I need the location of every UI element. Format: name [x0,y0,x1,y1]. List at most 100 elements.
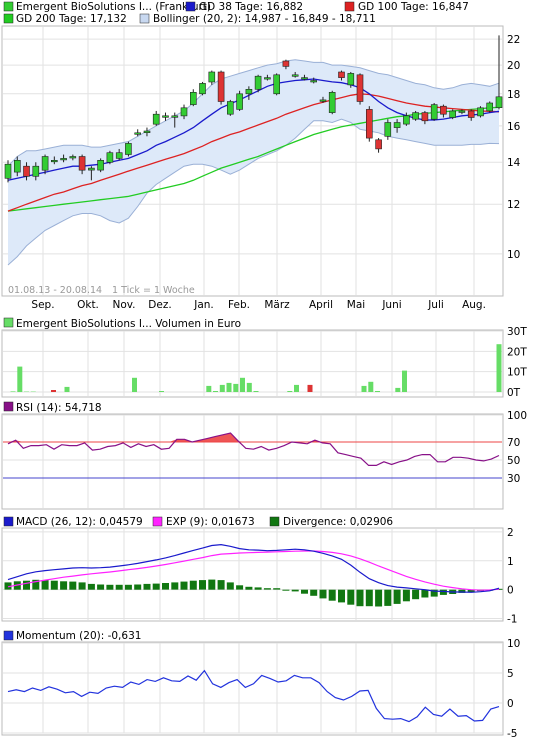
volume-bar [132,377,137,392]
month-tick-label: Feb. [228,299,250,311]
candle-body [4,163,12,179]
volume-bar [361,385,367,392]
divergence-bar [217,580,225,590]
volume-bar [307,384,313,392]
divergence-bar [87,583,95,590]
divergence-bar [393,589,401,604]
legend-gd38-swatch [185,1,196,12]
legend-rsi-swatch [3,401,14,412]
candle-body [78,156,86,171]
candle-body [291,74,299,77]
legend-exp-label: EXP (9): 0,01673 [166,516,255,528]
month-tick-label: Aug. [462,299,486,311]
divergence-bar [319,589,327,599]
legend-momentum-swatch [3,630,14,641]
volume-bar [253,391,259,392]
rsi-panel: 30 50 70 100 [1,410,527,510]
candle-body [134,132,141,135]
macd-y-tick-label: 0 [507,585,514,597]
month-tick-label: Mai [347,299,365,311]
divergence-bar [50,580,58,590]
month-tick-label: Nov. [112,299,135,311]
divergence-bar [226,582,234,590]
legend-gd38-label: GD 38 Tage: 16,882 [199,1,303,13]
volume-panel: 0T 10T 20T 30T [1,326,527,399]
divergence-bar [402,589,410,602]
candle-body [97,160,104,171]
divergence-bar [134,584,142,590]
macd-y-tick-label: 1 [507,556,514,568]
volume-bar [17,366,23,392]
rsi-y-tick-label: 50 [507,455,520,467]
candle-body [69,156,77,159]
price-y-tick-label: 10 [507,249,520,261]
divergence-bar [69,581,77,590]
candle-body [171,115,179,118]
macd-panel: -1 0 1 2 [1,527,517,626]
legend-bollinger-swatch [139,13,150,24]
volume-bar [395,387,401,392]
volume-bar [213,391,218,392]
divergence-bar [301,589,308,594]
price-y-tick-label: 16 [507,121,521,133]
candle-body [495,96,503,109]
legend-momentum-label: Momentum (20): -0,631 [16,630,141,642]
candle-body [347,73,355,86]
candle-body [486,102,494,112]
divergence-bar [180,581,188,590]
divergence-bar [375,589,383,607]
divergence-bar [328,589,336,601]
legend-price-swatch [3,1,14,12]
rsi-panel-frame [1,413,504,510]
candle-body [458,110,466,113]
divergence-bar [273,588,281,590]
volume-bar [219,384,225,392]
candle-body [152,113,160,125]
candle-body [32,165,40,177]
divergence-bar [23,580,30,590]
volume-bar [51,390,56,392]
legend-price-label: Emergent BioSolutions I... (Frankfurt) [16,1,211,13]
legend-rsi-label: RSI (14): 54,718 [16,402,102,414]
momentum-panel-frame [1,641,504,736]
legend-volume-swatch [3,317,14,328]
price-y-tick-label: 20 [507,60,520,72]
rsi-y-tick-label: 70 [507,437,520,449]
candle-body [365,109,373,139]
divergence-bar [60,581,68,590]
legend-divergence-swatch [269,516,280,527]
candle-body [421,112,429,122]
candle-body [143,130,151,134]
momentum-y-tick-label: 5 [507,668,514,680]
range-note: 01.08.13 - 20.08.14 [8,285,102,296]
divergence-bar [208,579,216,590]
price-y-tick-label: 12 [507,199,520,211]
month-tick-label: Sep. [31,299,54,311]
price-panel: 10 12 14 16 18 20 22 01.08.13 - 20.08.14 1 Tic… [1,25,521,297]
candle-body [375,139,382,150]
divergence-bar [115,584,123,590]
candle-body [125,143,132,155]
candle-body [412,112,419,120]
candle-body [477,107,484,117]
candle-body [88,167,95,171]
volume-y-tick-label: 20T [507,346,527,358]
divergence-bar [291,589,299,592]
candle-body [115,152,123,159]
divergence-bar [347,589,355,605]
candle-body [319,99,327,102]
candle-body [301,77,308,80]
month-tick-label: Juni [381,299,401,311]
candle-body [338,71,345,78]
candle-body [310,80,318,83]
legend-gd200-label: GD 200 Tage: 17,132 [16,13,127,25]
price-y-tick-label: 18 [507,89,520,101]
legend-exp-swatch [152,516,163,527]
legend-gd100-label: GD 100 Tage: 16,847 [358,1,469,13]
macd-y-tick-label: 2 [507,527,514,539]
divergence-bar [421,589,429,598]
divergence-bar [384,589,392,606]
candle-body [106,152,114,163]
candle-body [449,110,457,118]
candle-body [180,107,188,117]
